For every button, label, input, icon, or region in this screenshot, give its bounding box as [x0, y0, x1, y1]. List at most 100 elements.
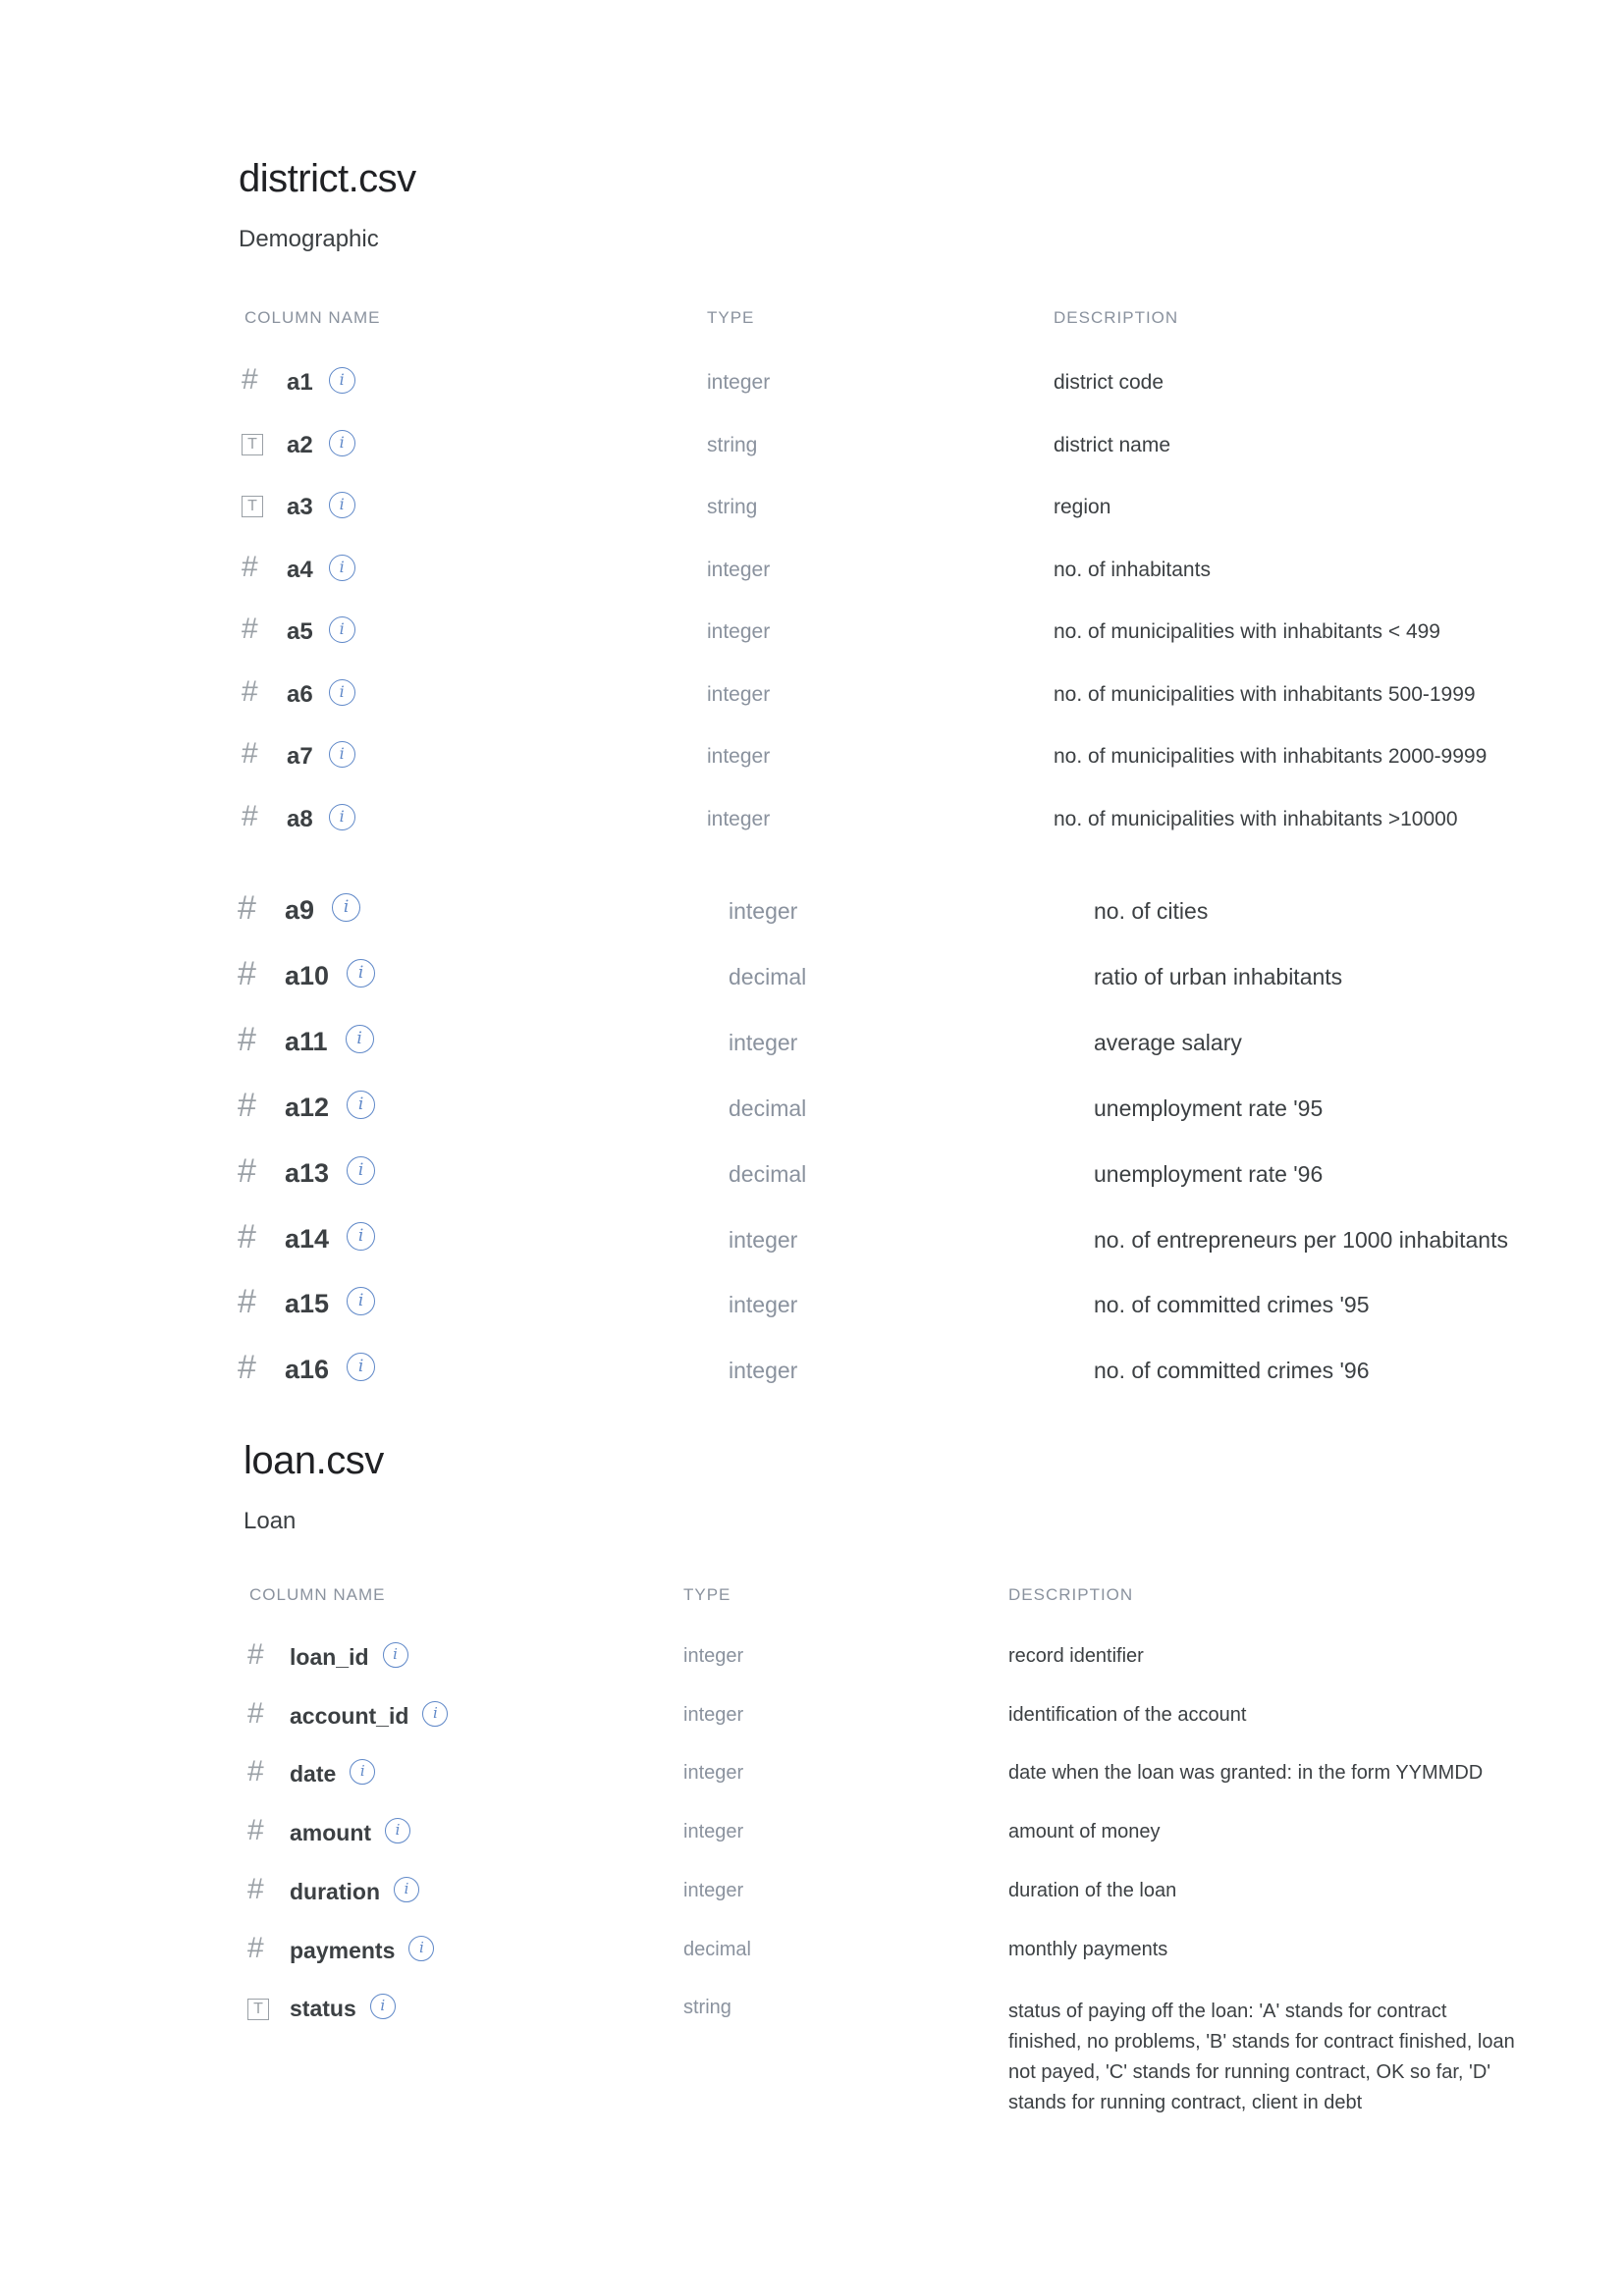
- info-icon[interactable]: i: [347, 1221, 376, 1251]
- column-name: loan_id: [290, 1644, 369, 1670]
- column-name: a4: [287, 556, 313, 583]
- column-description: no. of cities: [1094, 898, 1209, 924]
- info-icon[interactable]: i: [328, 429, 355, 456]
- info-icon[interactable]: i: [347, 1155, 376, 1185]
- info-icon[interactable]: i: [350, 1759, 376, 1786]
- hash-icon: #: [238, 1349, 256, 1387]
- hash-icon: #: [238, 1217, 256, 1255]
- column-name: a8: [287, 805, 313, 832]
- column-name: a15: [285, 1289, 330, 1319]
- column-type: string: [683, 1997, 731, 2019]
- loan-subtitle: Loan: [244, 1508, 297, 1534]
- hash-icon: #: [242, 613, 258, 645]
- column-type: integer: [683, 1762, 744, 1785]
- district-subtitle: Demographic: [239, 226, 379, 252]
- column-description: region: [1054, 496, 1111, 518]
- column-description: no. of municipalities with inhabitants 5…: [1054, 682, 1476, 706]
- column-name: a6: [287, 680, 313, 708]
- loan-title: loan.csv: [244, 1439, 384, 1482]
- column-type: integer: [729, 898, 798, 924]
- hash-icon: #: [238, 1086, 256, 1124]
- info-icon[interactable]: i: [328, 554, 355, 581]
- hash-icon: #: [242, 674, 258, 708]
- column-description: status of paying off the loan: 'A' stand…: [1008, 2001, 1515, 2114]
- loan-header-description: DESCRIPTION: [1008, 1585, 1134, 1604]
- column-type: integer: [683, 1703, 744, 1726]
- district-header-type: TYPE: [707, 308, 755, 327]
- hash-icon: #: [247, 1872, 264, 1905]
- column-description: duration of the loan: [1008, 1879, 1177, 1901]
- column-name: amount: [290, 1820, 372, 1846]
- column-type: string: [707, 496, 758, 518]
- column-type: integer: [707, 371, 771, 394]
- info-icon[interactable]: i: [347, 1287, 376, 1316]
- column-name: a13: [285, 1157, 330, 1188]
- info-icon[interactable]: i: [382, 1642, 408, 1668]
- text-type-icon: T: [242, 433, 263, 455]
- hash-icon: #: [238, 1283, 256, 1321]
- hash-icon: #: [247, 1638, 264, 1671]
- hash-icon: #: [242, 737, 258, 770]
- column-type: integer: [729, 1292, 798, 1318]
- hash-icon: #: [247, 1931, 264, 1964]
- hash-icon: #: [247, 1755, 264, 1789]
- info-icon[interactable]: i: [328, 803, 355, 830]
- column-name: a11: [285, 1026, 328, 1056]
- info-icon[interactable]: i: [328, 741, 355, 768]
- column-description: no. of municipalities with inhabitants >…: [1054, 807, 1458, 830]
- info-icon[interactable]: i: [408, 1935, 435, 1961]
- info-icon[interactable]: i: [369, 1994, 396, 2020]
- column-description: unemployment rate '95: [1094, 1095, 1324, 1121]
- column-description: no. of inhabitants: [1054, 558, 1211, 581]
- hash-icon: #: [238, 1020, 256, 1058]
- info-icon[interactable]: i: [345, 1024, 374, 1053]
- hash-icon: #: [238, 889, 256, 927]
- info-icon[interactable]: i: [328, 367, 355, 394]
- loan-header-column-name: COLUMN NAME: [249, 1585, 386, 1604]
- column-type: decimal: [729, 1160, 807, 1187]
- column-name: duration: [290, 1878, 380, 1904]
- column-type: integer: [729, 1226, 798, 1253]
- district-header-column-name: COLUMN NAME: [244, 308, 381, 327]
- district-title: district.csv: [239, 157, 416, 200]
- column-name: a2: [287, 431, 313, 458]
- hash-icon: #: [238, 1151, 256, 1190]
- column-type: integer: [707, 620, 771, 643]
- column-type: integer: [683, 1645, 744, 1667]
- column-description: district name: [1054, 433, 1171, 456]
- text-type-icon: T: [242, 496, 263, 517]
- info-icon[interactable]: i: [328, 678, 355, 706]
- info-icon[interactable]: i: [328, 616, 355, 643]
- column-name: account_id: [290, 1702, 409, 1729]
- info-icon[interactable]: i: [347, 1353, 376, 1382]
- info-icon[interactable]: i: [394, 1876, 419, 1902]
- column-description: no. of committed crimes '95: [1094, 1292, 1370, 1318]
- info-icon[interactable]: i: [385, 1818, 411, 1844]
- hash-icon: #: [242, 799, 258, 832]
- column-name: date: [290, 1761, 337, 1788]
- column-type: integer: [707, 807, 771, 830]
- column-type: string: [707, 433, 758, 456]
- column-name: a10: [285, 960, 330, 990]
- info-icon[interactable]: i: [347, 1090, 376, 1119]
- text-type-icon: T: [247, 1999, 269, 2021]
- column-name: a14: [285, 1223, 330, 1254]
- column-name: a12: [285, 1092, 330, 1122]
- column-name: a3: [287, 494, 313, 520]
- column-description: no. of municipalities with inhabitants 2…: [1054, 745, 1488, 768]
- info-icon[interactable]: i: [422, 1700, 449, 1727]
- column-description: amount of money: [1008, 1821, 1161, 1843]
- column-description: no. of municipalities with inhabitants <…: [1054, 620, 1440, 643]
- info-icon[interactable]: i: [332, 893, 361, 922]
- column-description: unemployment rate '96: [1094, 1160, 1324, 1187]
- column-type: integer: [707, 745, 771, 768]
- column-description: monthly payments: [1008, 1938, 1168, 1960]
- column-type: decimal: [729, 1095, 807, 1121]
- hash-icon: #: [238, 954, 256, 992]
- loan-header-type: TYPE: [683, 1585, 731, 1604]
- column-type: integer: [683, 1879, 744, 1901]
- column-type: integer: [707, 558, 771, 581]
- column-name: a7: [287, 743, 313, 770]
- info-icon[interactable]: i: [347, 958, 376, 988]
- info-icon[interactable]: i: [328, 492, 355, 518]
